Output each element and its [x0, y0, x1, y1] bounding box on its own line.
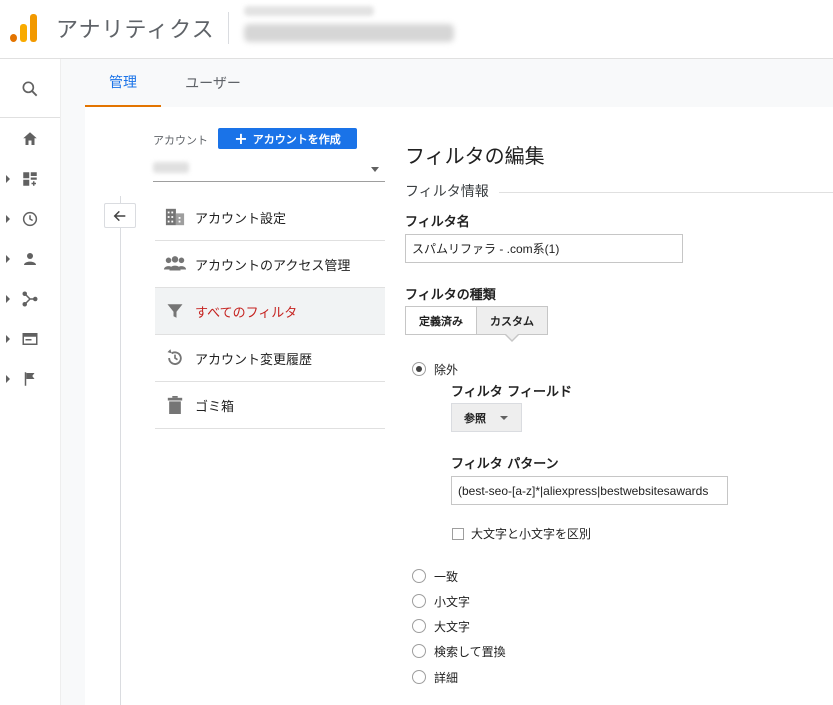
- account-selector-blurred[interactable]: [244, 6, 454, 42]
- case-sensitive-label: 大文字と小文字を区別: [471, 527, 592, 541]
- menu-item-label: ゴミ箱: [195, 399, 235, 415]
- lowercase-radio[interactable]: [412, 594, 426, 608]
- content-gutter: [61, 107, 85, 705]
- exclude-label: 除外: [434, 363, 459, 377]
- create-account-button[interactable]: + アカウントを作成: [218, 128, 357, 149]
- top-bar: アナリティクス: [0, 0, 833, 59]
- section-heading: フィルタ情報: [405, 181, 499, 201]
- filter-icon: [155, 302, 195, 320]
- menu-item-label: アカウントのアクセス管理: [195, 258, 351, 274]
- history-icon: [155, 348, 195, 368]
- uppercase-radio[interactable]: [412, 619, 426, 633]
- filter-field-dropdown[interactable]: 参照: [451, 403, 522, 432]
- filter-field-value: 参照: [464, 411, 486, 425]
- filter-name-label: フィルタ名: [405, 215, 470, 230]
- tab-user[interactable]: ユーザー: [173, 59, 253, 107]
- search-icon[interactable]: [0, 74, 60, 104]
- account-menu: アカウント設定 アカウントのアクセス管理 すべてのフィルタ アカウント変更履歴 …: [155, 194, 385, 429]
- back-button[interactable]: [104, 203, 136, 228]
- people-icon: [155, 255, 195, 273]
- filter-pattern-label: フィルタ パターン: [451, 457, 559, 472]
- page-title: フィルタの編集: [405, 144, 545, 168]
- lowercase-label: 小文字: [434, 595, 471, 609]
- app-title: アナリティクス: [56, 18, 215, 43]
- menu-item-account-settings[interactable]: アカウント設定: [155, 194, 385, 241]
- exclude-radio[interactable]: [412, 362, 426, 376]
- home-icon[interactable]: [0, 124, 60, 154]
- header-divider: [228, 12, 229, 44]
- acquisition-icon[interactable]: [0, 284, 60, 314]
- behavior-icon[interactable]: [0, 324, 60, 354]
- advanced-radio[interactable]: [412, 670, 426, 684]
- menu-item-label: アカウント変更履歴: [195, 352, 313, 368]
- dropdown-arrow-icon: [371, 167, 379, 172]
- filter-type-predefined-button[interactable]: 定義済み: [405, 306, 477, 335]
- customization-icon[interactable]: [0, 164, 60, 194]
- tab-admin[interactable]: 管理: [85, 59, 161, 107]
- filter-pattern-input[interactable]: (best-seo-[a-z]*|aliexpress|bestwebsites…: [451, 476, 728, 505]
- filter-field-label: フィルタ フィールド: [451, 385, 573, 400]
- admin-tabs: 管理 ユーザー: [61, 59, 833, 107]
- menu-item-trash[interactable]: ゴミ箱: [155, 382, 385, 429]
- case-sensitive-checkbox[interactable]: [452, 528, 464, 540]
- match-radio[interactable]: [412, 569, 426, 583]
- plus-icon: +: [234, 128, 248, 148]
- account-name-blurred: [153, 162, 189, 173]
- menu-item-label: すべてのフィルタ: [195, 305, 298, 321]
- trash-icon: [155, 395, 195, 415]
- menu-item-access-management[interactable]: アカウントのアクセス管理: [155, 241, 385, 288]
- create-account-label: アカウントを作成: [252, 132, 341, 146]
- audience-person-icon[interactable]: [0, 244, 60, 274]
- analytics-logo-icon[interactable]: [10, 12, 38, 42]
- conversions-flag-icon[interactable]: [0, 364, 60, 394]
- arrow-left-icon: [113, 210, 126, 221]
- account-dropdown[interactable]: [153, 156, 385, 182]
- rail-divider: [0, 117, 60, 118]
- building-icon: [155, 207, 195, 227]
- menu-item-all-filters[interactable]: すべてのフィルタ: [155, 288, 385, 335]
- menu-item-label: アカウント設定: [195, 211, 287, 227]
- column-divider: [120, 196, 121, 705]
- match-label: 一致: [434, 570, 459, 584]
- menu-item-change-history[interactable]: アカウント変更履歴: [155, 335, 385, 382]
- advanced-label: 詳細: [434, 671, 459, 685]
- search-replace-radio[interactable]: [412, 644, 426, 658]
- uppercase-label: 大文字: [434, 620, 471, 634]
- selection-pointer-inner: [506, 334, 518, 340]
- chevron-down-icon: [500, 415, 508, 420]
- filter-name-input[interactable]: スパムリファラ - .com系(1): [405, 234, 683, 263]
- left-nav-rail: [0, 59, 61, 705]
- search-replace-label: 検索して置換: [434, 645, 506, 659]
- realtime-clock-icon[interactable]: [0, 204, 60, 234]
- account-label: アカウント: [153, 134, 208, 147]
- filter-type-custom-button[interactable]: カスタム: [476, 306, 548, 335]
- filter-type-label: フィルタの種類: [405, 288, 496, 303]
